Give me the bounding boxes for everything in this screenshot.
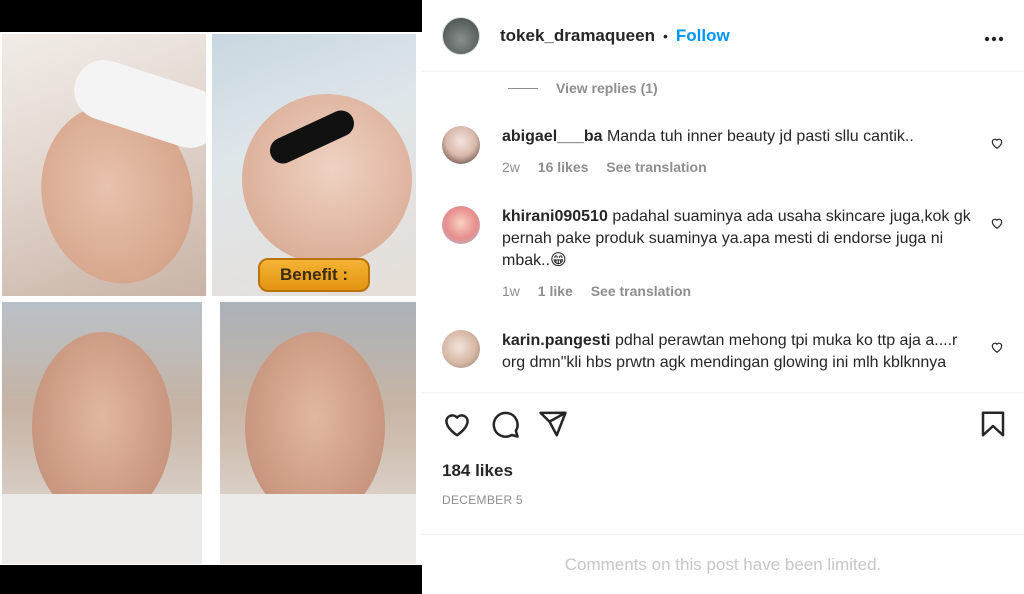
share-icon[interactable] — [538, 409, 568, 439]
bookmark-icon[interactable] — [978, 409, 1008, 439]
see-translation-link[interactable]: See translation — [606, 159, 706, 175]
comment-age: 2w — [502, 159, 520, 175]
comment-text: karin.pangesti pdhal perawtan mehong tpi… — [502, 330, 972, 374]
comment-icon[interactable] — [490, 409, 520, 439]
post-header: tokek_dramaqueen • Follow — [422, 0, 1024, 72]
view-replies-label: View replies (1) — [556, 80, 658, 96]
avatar[interactable] — [442, 126, 480, 164]
like-comment-heart-icon[interactable] — [990, 136, 1004, 150]
comments-limited-notice: Comments on this post have been limited. — [422, 534, 1024, 594]
comment-meta: 1w 1 like See translation — [502, 283, 705, 299]
avatar[interactable] — [442, 206, 480, 244]
comment-likes[interactable]: 16 likes — [538, 159, 589, 175]
comment-age: 1w — [502, 283, 520, 299]
follow-button[interactable]: Follow — [676, 26, 730, 46]
avatar[interactable] — [442, 16, 480, 55]
like-comment-heart-icon[interactable] — [990, 216, 1004, 230]
comment-username[interactable]: khirani090510 — [502, 208, 608, 225]
more-options-icon[interactable] — [984, 26, 1004, 44]
post-date[interactable]: DECEMBER 5 — [442, 493, 523, 507]
avatar[interactable] — [442, 330, 480, 368]
comment-text: abigael___ba Manda tuh inner beauty jd p… — [502, 126, 972, 148]
photo-laser-treatment — [212, 34, 416, 296]
comment-username[interactable]: karin.pangesti — [502, 332, 610, 349]
separator-dot: • — [662, 27, 668, 44]
photo-after-2 — [220, 302, 416, 564]
comments-list: View replies (1) abigael___ba Manda tuh … — [422, 72, 1024, 392]
post-media[interactable]: Benefit : — [0, 0, 422, 594]
heart-icon[interactable] — [442, 409, 472, 439]
photo-after-1 — [2, 302, 202, 564]
comment-meta: 2w 16 likes See translation — [502, 159, 721, 175]
comment-likes[interactable]: 1 like — [538, 283, 573, 299]
post-username[interactable]: tokek_dramaqueen — [500, 26, 655, 46]
photo-facial-1 — [2, 34, 206, 296]
image-collage: Benefit : — [0, 32, 422, 565]
comment-text: khirani090510 padahal suaminya ada usaha… — [502, 206, 972, 272]
benefit-label: Benefit : — [258, 258, 370, 292]
view-replies-button[interactable]: View replies (1) — [508, 80, 658, 96]
see-translation-link[interactable]: See translation — [591, 283, 691, 299]
post-sidebar: tokek_dramaqueen • Follow View replies (… — [422, 0, 1024, 594]
comment-username[interactable]: abigael___ba — [502, 128, 603, 145]
likes-count[interactable]: 184 likes — [442, 461, 513, 481]
comment-body: Manda tuh inner beauty jd pasti sllu can… — [606, 128, 914, 145]
post-actions: 184 likes DECEMBER 5 — [422, 392, 1024, 534]
like-comment-heart-icon[interactable] — [990, 340, 1004, 354]
